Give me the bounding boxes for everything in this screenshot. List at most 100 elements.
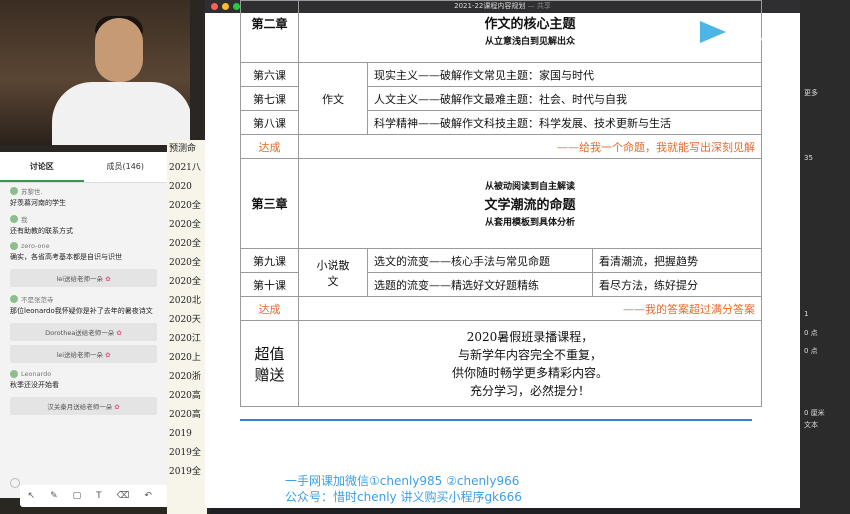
- avatar[interactable]: [10, 242, 18, 250]
- strip-line: 2020全: [169, 239, 201, 249]
- chapter-3-label: 第三章: [240, 158, 299, 249]
- strip-line: 2020高: [169, 391, 201, 401]
- message-list: 苏黎世. 好羡慕河南的学生我还有助教的联系方式 zero-one 确实，各省高考基本都…: [0, 183, 167, 415]
- strip-line: 2019全: [169, 467, 201, 477]
- inspector-value: 0 厘米: [804, 409, 825, 417]
- chapter-3-line2: 从套用模板到具体分析: [484, 218, 575, 228]
- message-text: 还有助教的联系方式: [10, 227, 73, 235]
- inspector-value: 0 点: [804, 329, 818, 337]
- lesson-cell: 第九课: [240, 248, 299, 273]
- pen-icon[interactable]: ✎: [50, 491, 58, 501]
- inspector-value: 0 点: [804, 347, 818, 355]
- chapter-3-line1: 从被动阅读到自主解读: [484, 182, 575, 192]
- chapter-2-label: 第二章: [240, 0, 299, 63]
- flower-icon: ✿: [112, 403, 120, 411]
- promo-watermark: 一手网课加微信①chenly985 ②chenly966 公众号：惜时chenl…: [285, 474, 522, 504]
- strip-line: 预测命: [169, 144, 197, 154]
- gift-message: lei送给老师一朵 ✿: [10, 345, 157, 363]
- strip-line: 2020全: [169, 277, 201, 287]
- chapter-3-heading: 文学潮流的命题: [484, 198, 576, 213]
- avatar[interactable]: [10, 215, 18, 223]
- chat-message: zero-one 确实，各省高考基本都是自识与识世: [0, 239, 167, 265]
- status-icon[interactable]: [10, 478, 20, 488]
- chapter-2-sub: 从立意浅白到见解出众: [484, 37, 575, 47]
- presenter-video: [0, 0, 190, 145]
- background-right: [800, 0, 850, 514]
- flower-icon: ✿: [103, 275, 111, 283]
- strip-line: 2020天: [169, 315, 201, 325]
- strip-line: 2019全: [169, 448, 201, 458]
- nickname: 我: [21, 216, 28, 224]
- strip-line: 2020全: [169, 258, 201, 268]
- bonus-label: 超值赠送: [240, 320, 299, 407]
- cursor-icon[interactable]: ↖: [28, 491, 36, 501]
- strip-line: 2020江: [169, 334, 201, 344]
- lesson-cell: 第七课: [240, 86, 299, 111]
- novel-group: 小说散文: [298, 248, 368, 297]
- lesson-table: 第二章 作文的核心主题 从立意浅白到见解出众 第六课 作文 现实主义——破解作文…: [240, 0, 762, 407]
- strip-line: 2020全: [169, 220, 201, 230]
- hidden-document-strip: 预测命 2021八 2020 2020全 2020全 2020全 2020全 2020全 202…: [167, 140, 207, 514]
- chat-message: Leonardo 秋季还没开始看: [0, 367, 167, 393]
- strip-line: 2020: [169, 182, 192, 192]
- nickname: Leonardo: [21, 370, 52, 378]
- inspector-value: 更多: [804, 89, 818, 97]
- flower-icon: ✿: [103, 351, 111, 359]
- goal-label: 达成: [240, 134, 299, 159]
- goal-text: ——我的答案超过满分答案: [298, 296, 762, 321]
- avatar[interactable]: [10, 295, 18, 303]
- content-cell: 选题的流变——精选好文好题精练: [367, 272, 593, 297]
- gift-message: lei送给老师一朵 ✿: [10, 269, 157, 287]
- avatar[interactable]: [10, 370, 18, 378]
- strip-line: 2019: [169, 429, 192, 439]
- nickname: zero-one: [21, 242, 50, 250]
- chapter-2-heading: 作文的核心主题: [484, 17, 576, 32]
- strip-line: 2020全: [169, 201, 201, 211]
- tab-discussion[interactable]: 讨论区: [0, 152, 84, 182]
- note-cell: 看尽方法，练好提分: [592, 272, 762, 297]
- chat-message: 苏黎世. 好羡慕河南的学生: [0, 183, 167, 211]
- goal-label: 达成: [240, 296, 299, 321]
- play-logo-icon: [700, 21, 726, 43]
- message-text: 秋季还没开始看: [10, 381, 59, 389]
- chat-message: 不是张范寺 那位leonardo我怀疑你是补了去年的暑夜诗文: [0, 291, 167, 319]
- writing-group: 作文: [298, 62, 368, 135]
- text-icon[interactable]: T: [96, 491, 102, 501]
- chapter-2-heading-cell: 作文的核心主题 从立意浅白到见解出众: [298, 0, 762, 63]
- chat-tabs: 讨论区 成员(146): [0, 152, 167, 183]
- brand-logo: 腾讯课堂: [700, 20, 795, 44]
- inspector-value: 35: [804, 154, 813, 162]
- gift-message: Dorothea送给老师一朵 ✿: [10, 323, 157, 341]
- content-cell: 选文的流变——核心手法与常见命题: [367, 248, 593, 273]
- strip-line: 2021八: [169, 163, 201, 173]
- content-cell: 科学精神——破解作文科技主题：科学发展、技术更新与生活: [367, 110, 762, 135]
- lesson-cell: 第八课: [240, 110, 299, 135]
- message-text: 好羡慕河南的学生: [10, 199, 66, 207]
- message-text: 确实，各省高考基本都是自识与识世: [10, 253, 122, 261]
- inspector-value: 文本: [804, 421, 818, 429]
- chat-message: 我还有助教的联系方式: [0, 211, 167, 239]
- page-divider: [240, 419, 752, 421]
- inspector-value: 1: [804, 310, 809, 318]
- lesson-cell: 第六课: [240, 62, 299, 87]
- gift-message: 汉关秦月送给老师一朵 ✿: [10, 397, 157, 415]
- strip-line: 2020浙: [169, 372, 201, 382]
- eraser-icon[interactable]: ⌫: [117, 491, 130, 501]
- drawing-toolbar: ↖ ✎ ▢ T ⌫ ↶ 🗑: [20, 485, 186, 507]
- flower-icon: ✿: [114, 329, 122, 337]
- bonus-text: 2020暑假班录播课程， 与新学年内容完全不重复， 供你随时畅学更多精彩内容。 …: [298, 320, 762, 407]
- lesson-cell: 第十课: [240, 272, 299, 297]
- content-cell: 现实主义——破解作文常见主题：家国与时代: [367, 62, 762, 87]
- undo-icon[interactable]: ↶: [144, 491, 152, 501]
- tab-members[interactable]: 成员(146): [84, 152, 168, 182]
- nickname: 苏黎世.: [21, 188, 43, 196]
- avatar[interactable]: [10, 187, 18, 195]
- goal-text: ——给我一个命题，我就能写出深刻见解: [298, 134, 762, 159]
- strip-line: 2020上: [169, 353, 201, 363]
- nickname: 不是张范寺: [21, 296, 54, 304]
- rectangle-icon[interactable]: ▢: [73, 491, 82, 501]
- content-cell: 人文主义——破解作文最难主题：社会、时代与自我: [367, 86, 762, 111]
- chapter-3-heading-cell: 从被动阅读到自主解读 文学潮流的命题 从套用模板到具体分析: [298, 158, 762, 249]
- note-cell: 看清潮流，把握趋势: [592, 248, 762, 273]
- chat-panel: 讨论区 成员(146) 苏黎世. 好羡慕河南的学生我还有助教的联系方式 zero-o…: [0, 152, 167, 498]
